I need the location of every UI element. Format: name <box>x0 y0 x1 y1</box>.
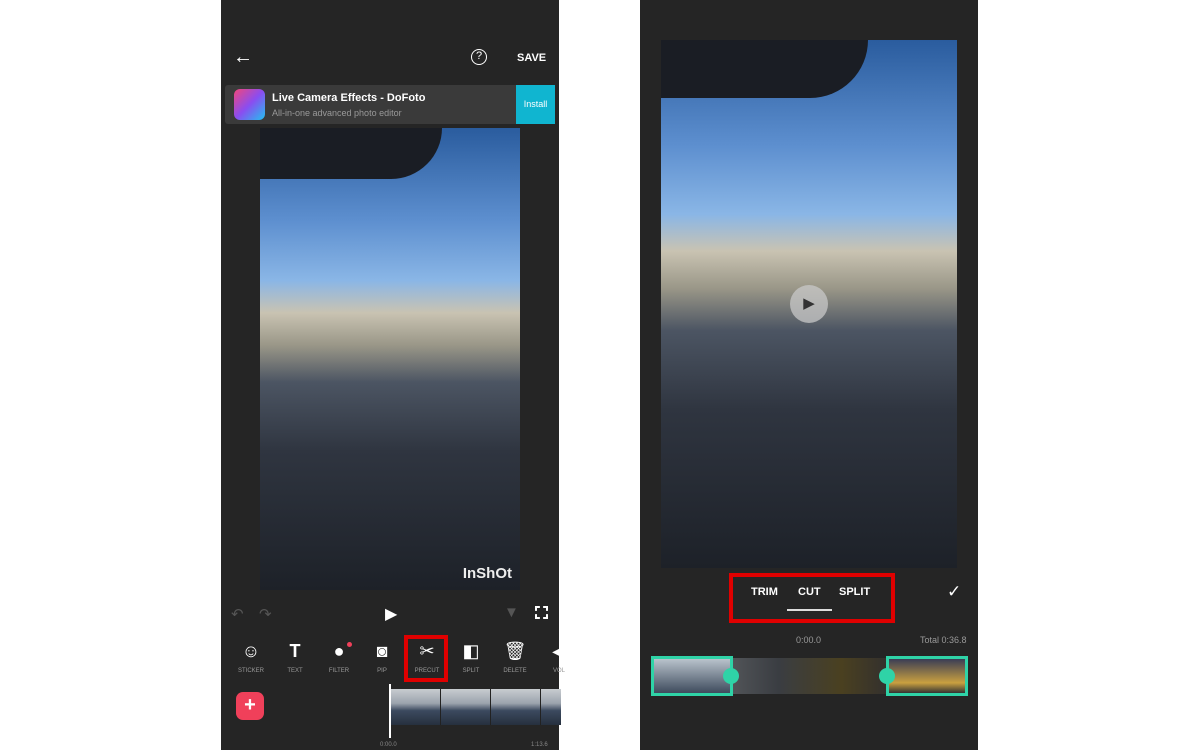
redo-icon[interactable]: ↷ <box>259 605 272 623</box>
ad-app-icon <box>234 89 265 120</box>
tool-label: VOL <box>552 668 565 674</box>
install-button[interactable]: Install <box>516 85 555 124</box>
highlight-box <box>404 635 448 682</box>
pip-icon: ◙ <box>376 641 388 661</box>
timeline-start: 0:00.0 <box>380 742 397 748</box>
tool-sticker[interactable]: ☺ STICKER <box>229 640 273 674</box>
video-preview[interactable]: ▶ <box>661 40 957 568</box>
trash-icon: 🗑 <box>503 641 527 661</box>
play-button[interactable]: ▶ <box>790 285 828 323</box>
precut-screen: ▶ TRIM CUT SPLIT ✓ 0:00.0 Total 0:36.8 <box>640 0 978 750</box>
cut-segment-end[interactable] <box>886 656 968 696</box>
sticker-icon: ☺ <box>241 641 261 661</box>
fullscreen-icon[interactable] <box>535 606 548 619</box>
left-handle[interactable] <box>723 668 739 684</box>
text-icon: T <box>289 641 301 661</box>
play-icon[interactable]: ▶ <box>385 604 397 624</box>
keyframe-icon[interactable]: ▼ <box>504 604 519 621</box>
total-duration: Total 0:36.8 <box>920 635 967 645</box>
undo-icon[interactable]: ↶ <box>231 605 244 623</box>
tool-pip[interactable]: ◙ PIP <box>360 640 404 674</box>
tool-label: FILTER <box>328 668 350 674</box>
volume-icon: ◀ <box>552 641 566 661</box>
ad-title: Live Camera Effects - DoFoto <box>272 92 426 104</box>
tool-label: TEXT <box>287 668 303 674</box>
current-time: 0:00.0 <box>796 635 822 645</box>
split-icon: ◧ <box>462 641 480 661</box>
new-badge <box>347 642 352 647</box>
tool-label: DELETE <box>503 668 527 674</box>
tool-label: PIP <box>377 668 387 674</box>
back-icon[interactable]: ← <box>233 46 253 69</box>
tool-filter[interactable]: ● FILTER <box>317 640 361 674</box>
timeline-end: 1:13.6 <box>531 742 548 748</box>
ad-banner[interactable]: Live Camera Effects - DoFoto All-in-one … <box>225 85 555 124</box>
playhead[interactable] <box>389 684 391 738</box>
help-icon[interactable]: ? <box>471 49 487 65</box>
timeline-track[interactable] <box>391 689 561 725</box>
ad-subtitle: All-in-one advanced photo editor <box>272 108 402 118</box>
tool-label: SPLIT <box>462 668 480 674</box>
tool-text[interactable]: T TEXT <box>273 640 317 674</box>
tool-split[interactable]: ◧ SPLIT <box>449 640 493 674</box>
check-icon[interactable]: ✓ <box>947 582 961 602</box>
save-button[interactable]: SAVE <box>517 52 546 64</box>
tool-delete[interactable]: 🗑 DELETE <box>493 640 537 674</box>
editor-screen: ← ? SAVE Live Camera Effects - DoFoto Al… <box>221 0 566 750</box>
cut-segment-start[interactable] <box>651 656 733 696</box>
highlight-box <box>729 573 895 623</box>
filter-icon: ● <box>333 641 345 661</box>
watermark: InShOt <box>462 565 512 582</box>
tool-volume[interactable]: ◀ VOL <box>537 640 581 674</box>
add-clip-button[interactable]: + <box>236 692 264 720</box>
video-preview[interactable]: InShOt <box>260 128 520 590</box>
tool-label: STICKER <box>237 668 264 674</box>
right-handle[interactable] <box>879 668 895 684</box>
